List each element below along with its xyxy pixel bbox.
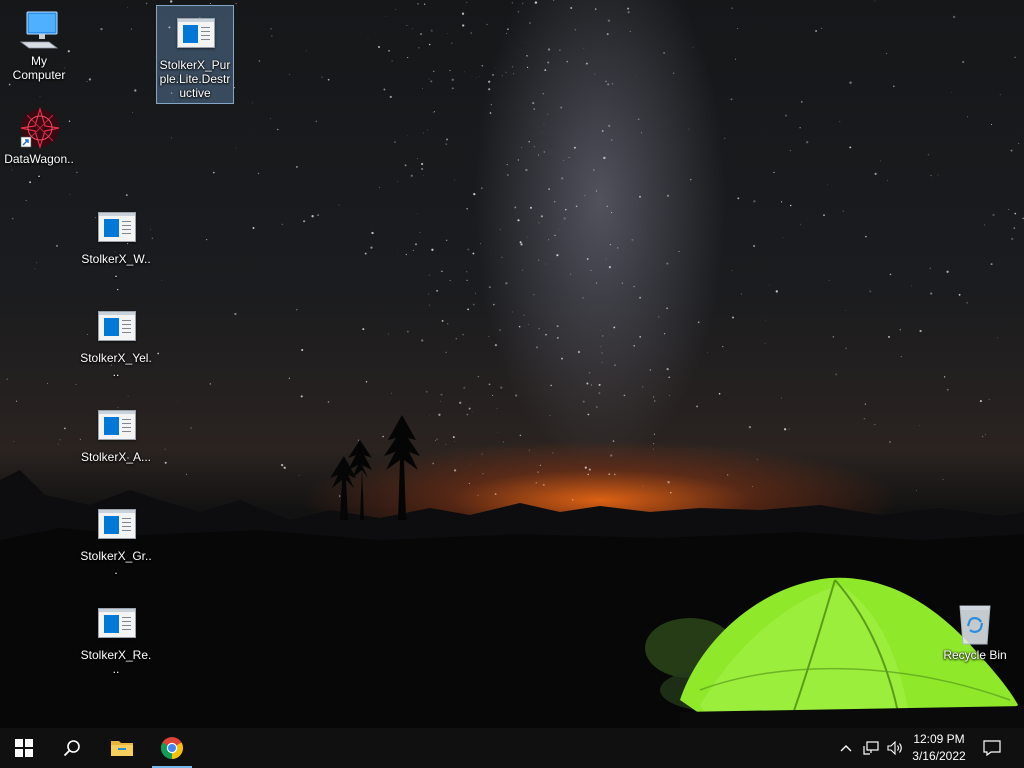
desktop-icon-stolkerx-a[interactable]: StolkerX_A... bbox=[78, 404, 154, 464]
taskbar: 12:09 PM 3/16/2022 bbox=[0, 728, 1024, 768]
desktop-icon-stolkerx-purple[interactable]: StolkerX_Purple.Lite.Destructive bbox=[156, 5, 234, 104]
desktop-icon-label: StolkerX_W... bbox=[81, 252, 151, 280]
chevron-up-icon bbox=[840, 745, 852, 752]
app-window-icon bbox=[98, 608, 136, 638]
desktop-icon-my-computer[interactable]: My Computer bbox=[1, 8, 77, 82]
desktop-icon-stolkerx-re[interactable]: StolkerX_Re... bbox=[78, 602, 154, 676]
start-button[interactable] bbox=[0, 728, 48, 768]
app-window-icon bbox=[98, 509, 136, 539]
notification-icon bbox=[983, 740, 1001, 756]
computer-icon bbox=[19, 11, 59, 49]
clock[interactable]: 12:09 PM 3/16/2022 bbox=[904, 728, 974, 768]
volume-icon bbox=[887, 741, 902, 755]
clock-date: 3/16/2022 bbox=[912, 749, 966, 763]
app-window-icon bbox=[98, 410, 136, 440]
file-explorer-icon bbox=[111, 741, 133, 756]
desktop-icon-stolkerx-yel[interactable]: StolkerX_Yel... bbox=[78, 305, 154, 379]
windows-start-icon bbox=[15, 739, 33, 757]
desktop-icon-label: My Computer bbox=[12, 54, 66, 82]
search-button[interactable] bbox=[48, 728, 96, 768]
file-explorer-button[interactable] bbox=[98, 728, 146, 768]
network-button[interactable] bbox=[860, 728, 882, 768]
app-window-icon bbox=[98, 212, 136, 242]
desktop-icon-stolkerx-w[interactable]: StolkerX_W... bbox=[78, 206, 154, 280]
network-icon bbox=[863, 741, 879, 755]
recycle-bin-icon bbox=[959, 605, 991, 645]
desktop-icon-label: StolkerX_Re... bbox=[80, 648, 152, 676]
desktop-icon-label: StolkerX_Purple.Lite.Destructive bbox=[159, 58, 231, 100]
desktop-icon-label: StolkerX_Yel... bbox=[80, 351, 152, 379]
datawagon-shortcut-icon bbox=[20, 106, 60, 150]
show-hidden-icons-button[interactable] bbox=[836, 728, 856, 768]
action-center-button[interactable] bbox=[978, 728, 1006, 768]
volume-button[interactable] bbox=[884, 728, 906, 768]
app-window-icon bbox=[177, 18, 215, 48]
desktop-icon-stolkerx-gr[interactable]: StolkerX_Gr... bbox=[78, 503, 154, 577]
chrome-button[interactable] bbox=[148, 728, 196, 768]
app-window-icon bbox=[98, 311, 136, 341]
desktop-icon-recycle-bin[interactable]: Recycle Bin bbox=[937, 602, 1013, 662]
clock-time: 12:09 PM bbox=[913, 732, 965, 746]
desktop[interactable]: My Computer DataWagon... StolkerX_Purple… bbox=[0, 0, 1024, 728]
desktop-icon-label: StolkerX_Gr... bbox=[80, 549, 152, 577]
chrome-icon bbox=[161, 737, 183, 759]
desktop-icon-datawagon[interactable]: DataWagon... bbox=[1, 106, 77, 180]
desktop-icon-label: Recycle Bin bbox=[943, 648, 1007, 662]
desktop-icon-label: DataWagon... bbox=[4, 152, 74, 180]
search-icon bbox=[63, 740, 80, 757]
desktop-icon-label: StolkerX_A... bbox=[80, 450, 152, 464]
